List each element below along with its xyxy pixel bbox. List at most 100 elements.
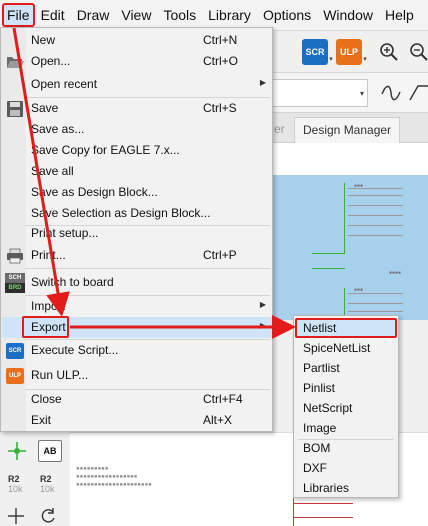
chevron-down-icon[interactable]: ▾ — [357, 86, 367, 100]
submenu-item-netscript[interactable]: NetScript — [295, 398, 397, 418]
menu-item-exit[interactable]: Exit Alt+X — [2, 410, 272, 431]
submenu-item-label: BOM — [303, 441, 331, 455]
menu-item-close[interactable]: Close Ctrl+F4 — [2, 389, 272, 410]
net-wire — [293, 503, 353, 504]
menu-item-print-setup[interactable]: Print setup... — [2, 223, 272, 244]
menu-item-save-design-block[interactable]: Save as Design Block... — [2, 182, 272, 203]
file-menu: New Ctrl+N Open... Ctrl+O Open recent ▶ … — [0, 27, 273, 432]
menu-window[interactable]: Window — [317, 3, 379, 27]
submenu-item-libraries[interactable]: Libraries — [295, 478, 397, 498]
menu-library[interactable]: Library — [202, 3, 257, 27]
menu-item-label: Save Selection as Design Block... — [31, 206, 211, 220]
menu-item-label: Save as... — [31, 122, 85, 136]
sch-brd-icon: SCH BRD — [5, 273, 25, 293]
note-text: ▪▪▪▪▪▪▪▪▪▪▪▪▪▪▪▪▪▪▪▪▪ — [76, 481, 152, 488]
pin-line — [348, 303, 403, 304]
floppy-disk-icon — [5, 99, 25, 119]
menu-item-save[interactable]: Save Ctrl+S — [2, 98, 272, 119]
rotate-icon[interactable] — [38, 506, 58, 526]
menu-item-save-all[interactable]: Save all — [2, 161, 272, 182]
menu-help[interactable]: Help — [379, 3, 420, 27]
tool-palette: AB R2 10k R2 10k — [0, 432, 70, 526]
menu-file[interactable]: File — [2, 3, 35, 27]
printer-icon — [5, 246, 25, 266]
menu-item-save-selection-design-block[interactable]: Save Selection as Design Block... — [2, 203, 272, 224]
menu-item-import[interactable]: Import ▶ — [2, 296, 272, 317]
wire-bend-icon[interactable] — [378, 80, 404, 106]
export-callout-box — [22, 316, 69, 338]
value-tool-button[interactable]: R2 10k — [40, 474, 55, 494]
menu-item-open-recent[interactable]: Open recent ▶ — [2, 74, 272, 95]
move-icon[interactable] — [6, 506, 26, 526]
menu-item-label: Print... — [31, 248, 66, 262]
layer-combo[interactable] — [272, 79, 368, 107]
submenu-item-label: Netlist — [303, 321, 337, 335]
chevron-down-icon[interactable]: ▾ — [327, 55, 335, 63]
wire-style-icon[interactable] — [406, 80, 428, 106]
menu-view[interactable]: View — [115, 3, 157, 27]
part-label: ▪▪▪▪ — [389, 270, 402, 276]
script-icon: SCR — [5, 341, 25, 361]
panel-tabs: er Design Manager — [272, 113, 428, 143]
run-script-button[interactable]: SCR — [302, 39, 328, 65]
submenu-item-image[interactable]: Image — [295, 418, 397, 438]
menu-item-label: Print setup... — [31, 226, 99, 240]
submenu-item-spicenetlist[interactable]: SpiceNetList — [295, 338, 397, 358]
value-tool-value: 10k — [40, 484, 55, 494]
menu-item-run-ulp[interactable]: ULP Run ULP... — [2, 365, 272, 386]
pin-line — [348, 195, 403, 196]
submenu-item-bom[interactable]: BOM — [295, 438, 397, 458]
submenu-arrow-icon: ▶ — [259, 78, 266, 87]
menu-item-label: New — [31, 33, 56, 47]
submenu-item-label: NetScript — [303, 401, 353, 415]
menu-item-label: Save — [31, 101, 59, 115]
menu-item-new[interactable]: New Ctrl+N — [2, 30, 272, 51]
name-tool-button[interactable]: R2 10k — [8, 474, 23, 494]
menu-tools[interactable]: Tools — [157, 3, 202, 27]
menu-item-label: Open recent — [31, 77, 98, 91]
tab-design-manager[interactable]: Design Manager — [294, 117, 401, 143]
text-tool-button[interactable]: AB — [38, 440, 62, 462]
ulp-icon-label: ULP — [6, 368, 24, 384]
menu-item-open[interactable]: Open... Ctrl+O — [2, 51, 272, 72]
submenu-item-label: Pinlist — [303, 381, 336, 395]
menu-item-label: Save as Design Block... — [31, 185, 158, 199]
brd-label: BRD — [8, 285, 22, 291]
submenu-item-dxf[interactable]: DXF — [295, 458, 397, 478]
tab-partial[interactable]: er — [272, 117, 294, 143]
menu-draw[interactable]: Draw — [71, 3, 116, 27]
schematic-canvas[interactable]: ▪▪▪ ▪▪▪▪ ▪▪▪ — [272, 143, 428, 320]
design-block-area — [272, 175, 428, 320]
menu-item-label: Exit — [31, 413, 52, 427]
menu-item-switch-to-board[interactable]: SCH BRD Switch to board — [2, 272, 272, 293]
folder-open-icon — [5, 52, 25, 72]
zoom-in-icon[interactable] — [376, 39, 402, 65]
zoom-out-icon[interactable] — [406, 39, 428, 65]
submenu-item-partlist[interactable]: Partlist — [295, 358, 397, 378]
chevron-down-icon[interactable]: ▾ — [361, 55, 369, 63]
menu-item-print[interactable]: Print... Ctrl+P — [2, 245, 272, 266]
menu-item-label: Close — [31, 392, 62, 406]
menu-item-shortcut: Ctrl+S — [203, 101, 237, 115]
submenu-item-label: Partlist — [303, 361, 340, 375]
ulp-icon: ULP — [5, 366, 25, 386]
menu-item-label: Import — [31, 299, 66, 313]
menu-item-label: Save all — [31, 164, 74, 178]
pin-line — [348, 235, 403, 236]
junction-icon[interactable] — [6, 440, 28, 462]
menu-item-label: Switch to board — [31, 275, 114, 289]
submenu-arrow-icon: ▶ — [259, 300, 266, 309]
menu-item-save-copy-eagle7[interactable]: Save Copy for EAGLE 7.x... — [2, 140, 272, 161]
name-tool-value: 10k — [8, 484, 23, 494]
submenu-item-pinlist[interactable]: Pinlist — [295, 378, 397, 398]
submenu-item-netlist[interactable]: Netlist — [295, 318, 397, 338]
menu-item-save-as[interactable]: Save as... — [2, 119, 272, 140]
menu-options[interactable]: Options — [257, 3, 317, 27]
submenu-arrow-icon: ▶ — [259, 321, 266, 330]
net-label: ▪▪▪ — [354, 287, 364, 293]
menu-edit[interactable]: Edit — [35, 3, 71, 27]
menu-item-execute-script[interactable]: SCR Execute Script... — [2, 340, 272, 361]
value-tool-label: R2 — [40, 474, 52, 484]
run-ulp-button[interactable]: ULP — [336, 39, 362, 65]
net-wire — [312, 268, 345, 269]
